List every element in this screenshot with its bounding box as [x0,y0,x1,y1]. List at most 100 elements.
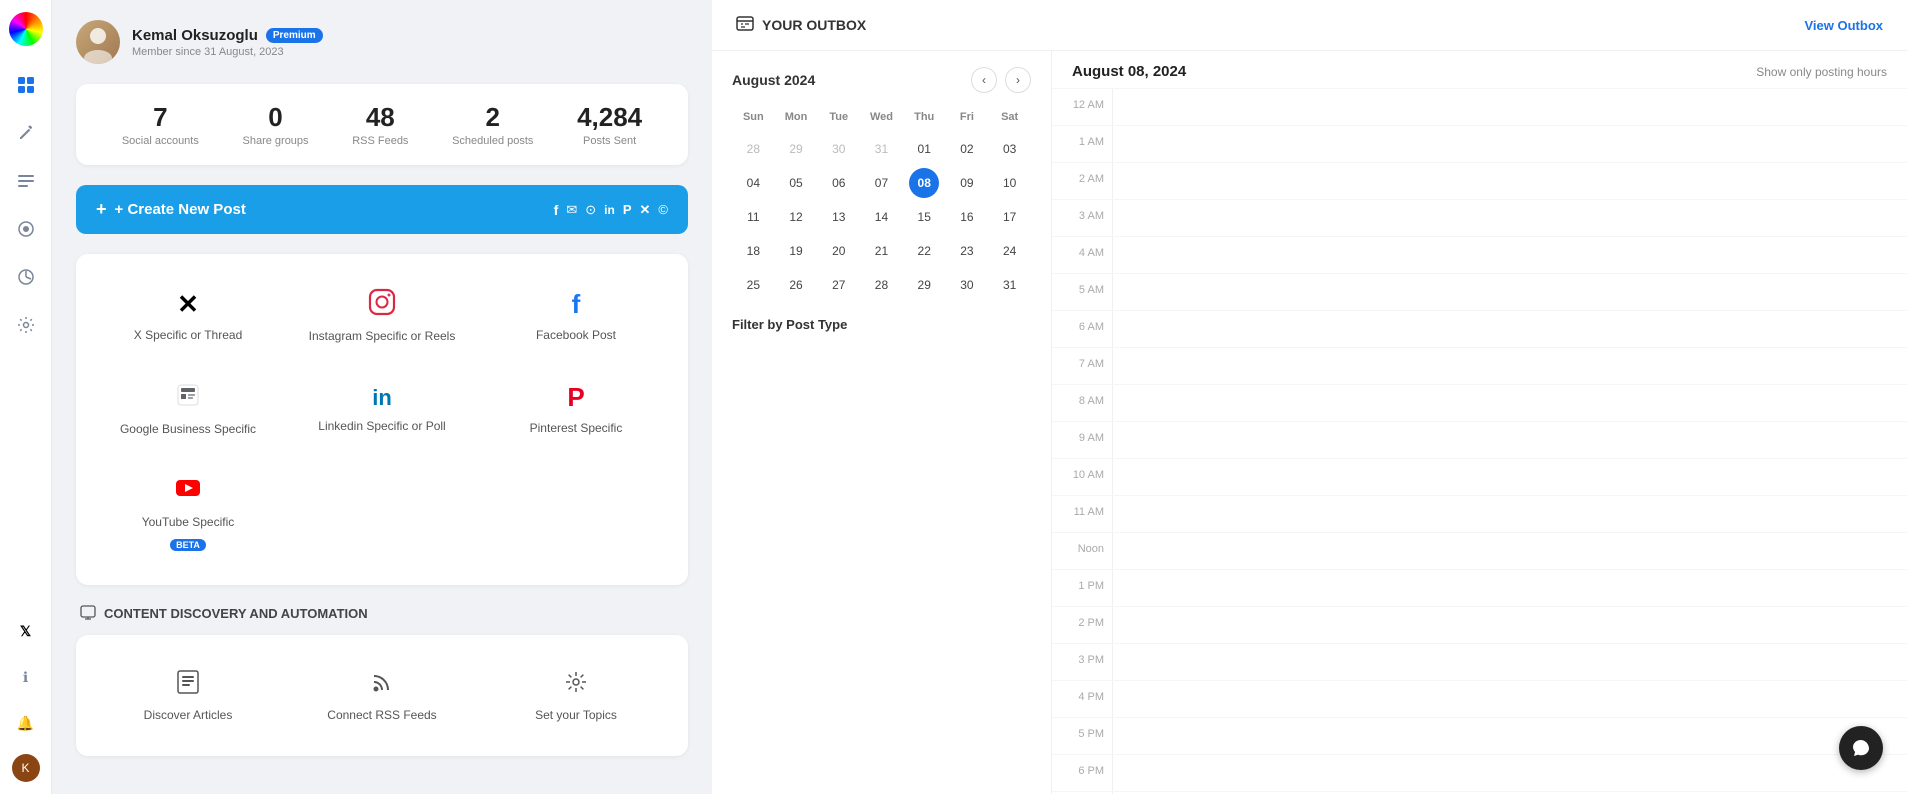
articles-label: Discover Articles [144,708,233,722]
left-panel: Kemal Oksuzoglu Premium Member since 31 … [52,0,712,794]
cal-cell[interactable]: 30 [952,270,982,300]
cal-cell-today[interactable]: 08 [909,168,939,198]
calendar-week-1: 28 29 30 31 01 02 03 [732,133,1031,165]
outbox-title: YOUR OUTBOX [736,16,866,34]
calendar-week-5: 25 26 27 28 29 30 31 [732,269,1031,301]
sidebar-item-info[interactable]: ℹ [11,662,41,692]
time-slot-8am: 8 AM [1052,385,1907,422]
show-posting-hours-toggle[interactable]: Show only posting hours [1756,65,1887,79]
day-sat: Sat [988,107,1031,127]
rss-icon [369,669,395,700]
topics-icon [563,669,589,700]
instagram-post-label: Instagram Specific or Reels [309,329,456,343]
cal-cell[interactable]: 27 [824,270,854,300]
cal-cell[interactable]: 20 [824,236,854,266]
day-tue: Tue [817,107,860,127]
sidebar-item-feeds[interactable] [11,214,41,244]
calendar-week-3: 11 12 13 14 15 16 17 [732,201,1031,233]
cal-cell[interactable]: 12 [781,202,811,232]
right-panel: YOUR OUTBOX View Outbox August 2024 ‹ › … [712,0,1907,794]
calendar-grid: Sun Mon Tue Wed Thu Fri Sat 28 29 30 31 [732,107,1031,301]
cal-cell[interactable]: 16 [952,202,982,232]
post-type-youtube[interactable]: YouTube Specific BETA [92,456,284,569]
user-name: Kemal Oksuzoglu Premium [132,27,323,44]
cal-cell[interactable]: 11 [738,202,768,232]
x-icon: ✕ [640,202,651,218]
cal-cell[interactable]: 13 [824,202,854,232]
premium-badge: Premium [266,28,323,43]
cal-cell[interactable]: 26 [781,270,811,300]
post-type-instagram[interactable]: Instagram Specific or Reels [286,270,478,361]
stat-scheduled-posts: 2 Scheduled posts [452,102,533,147]
calendar-next-button[interactable]: › [1005,67,1031,93]
cal-cell[interactable]: 07 [866,168,896,198]
cal-cell[interactable]: 04 [738,168,768,198]
stat-posts-sent: 4,284 Posts Sent [577,102,642,147]
cal-cell[interactable]: 14 [866,202,896,232]
sidebar-item-dashboard[interactable] [11,70,41,100]
cal-cell[interactable]: 06 [824,168,854,198]
cal-cell[interactable]: 09 [952,168,982,198]
day-sun: Sun [732,107,775,127]
timeline-date: August 08, 2024 [1072,63,1186,80]
calendar-week-4: 18 19 20 21 22 23 24 [732,235,1031,267]
time-slot-1pm: 1 PM [1052,570,1907,607]
sidebar-item-twitter[interactable]: 𝕏 [11,616,41,646]
cal-cell[interactable]: 29 [909,270,939,300]
cal-cell[interactable]: 05 [781,168,811,198]
cal-cell[interactable]: 24 [995,236,1025,266]
cal-cell[interactable]: 21 [866,236,896,266]
facebook-post-icon: f [572,289,581,320]
sidebar-item-settings[interactable] [11,310,41,340]
time-slot-3am: 3 AM [1052,200,1907,237]
cal-cell[interactable]: 28 [738,134,768,164]
google-post-icon [174,381,202,414]
sidebar-item-user-avatar[interactable]: K [12,754,40,782]
calendar-prev-button[interactable]: ‹ [971,67,997,93]
time-slot-5pm: 5 PM [1052,718,1907,755]
post-type-linkedin[interactable]: in Linkedin Specific or Poll [286,363,478,454]
facebook-post-label: Facebook Post [536,328,616,342]
cal-cell[interactable]: 19 [781,236,811,266]
post-type-facebook[interactable]: f Facebook Post [480,270,672,361]
post-type-pinterest[interactable]: P Pinterest Specific [480,363,672,454]
cal-cell[interactable]: 10 [995,168,1025,198]
cal-cell[interactable]: 17 [995,202,1025,232]
cal-cell[interactable]: 18 [738,236,768,266]
cal-cell[interactable]: 02 [952,134,982,164]
cal-cell[interactable]: 28 [866,270,896,300]
cal-cell[interactable]: 22 [909,236,939,266]
discovery-articles[interactable]: Discover Articles [92,651,284,740]
post-type-google[interactable]: Google Business Specific [92,363,284,454]
stat-rss-feeds: 48 RSS Feeds [352,102,408,147]
user-header: Kemal Oksuzoglu Premium Member since 31 … [76,20,688,64]
cal-cell[interactable]: 29 [781,134,811,164]
chat-button[interactable] [1839,726,1883,770]
calendar-timeline: August 2024 ‹ › Sun Mon Tue Wed Thu Fri [712,51,1907,794]
post-type-x[interactable]: ✕ X Specific or Thread [92,270,284,361]
discovery-topics[interactable]: Set your Topics [480,651,672,740]
sidebar-item-notifications[interactable]: 🔔 [11,708,41,738]
sidebar-item-posts[interactable] [11,166,41,196]
cal-cell[interactable]: 03 [995,134,1025,164]
cal-cell[interactable]: 30 [824,134,854,164]
day-wed: Wed [860,107,903,127]
timeline: August 08, 2024 Show only posting hours … [1052,51,1907,794]
time-slot-7am: 7 AM [1052,348,1907,385]
view-outbox-link[interactable]: View Outbox [1805,18,1884,33]
main-content: Kemal Oksuzoglu Premium Member since 31 … [52,0,1907,794]
discovery-rss[interactable]: Connect RSS Feeds [286,651,478,740]
day-fri: Fri [946,107,989,127]
cal-cell[interactable]: 31 [866,134,896,164]
sidebar-item-compose[interactable] [11,118,41,148]
create-post-button[interactable]: + + Create New Post f ✉ ⊙ in P ✕ © [76,185,688,234]
cal-cell[interactable]: 15 [909,202,939,232]
cal-cell[interactable]: 25 [738,270,768,300]
cal-cell[interactable]: 23 [952,236,982,266]
avatar [76,20,120,64]
cal-cell[interactable]: 31 [995,270,1025,300]
app-logo[interactable] [9,12,43,46]
sidebar-item-analytics[interactable] [11,262,41,292]
cal-cell[interactable]: 01 [909,134,939,164]
time-slot-2am: 2 AM [1052,163,1907,200]
